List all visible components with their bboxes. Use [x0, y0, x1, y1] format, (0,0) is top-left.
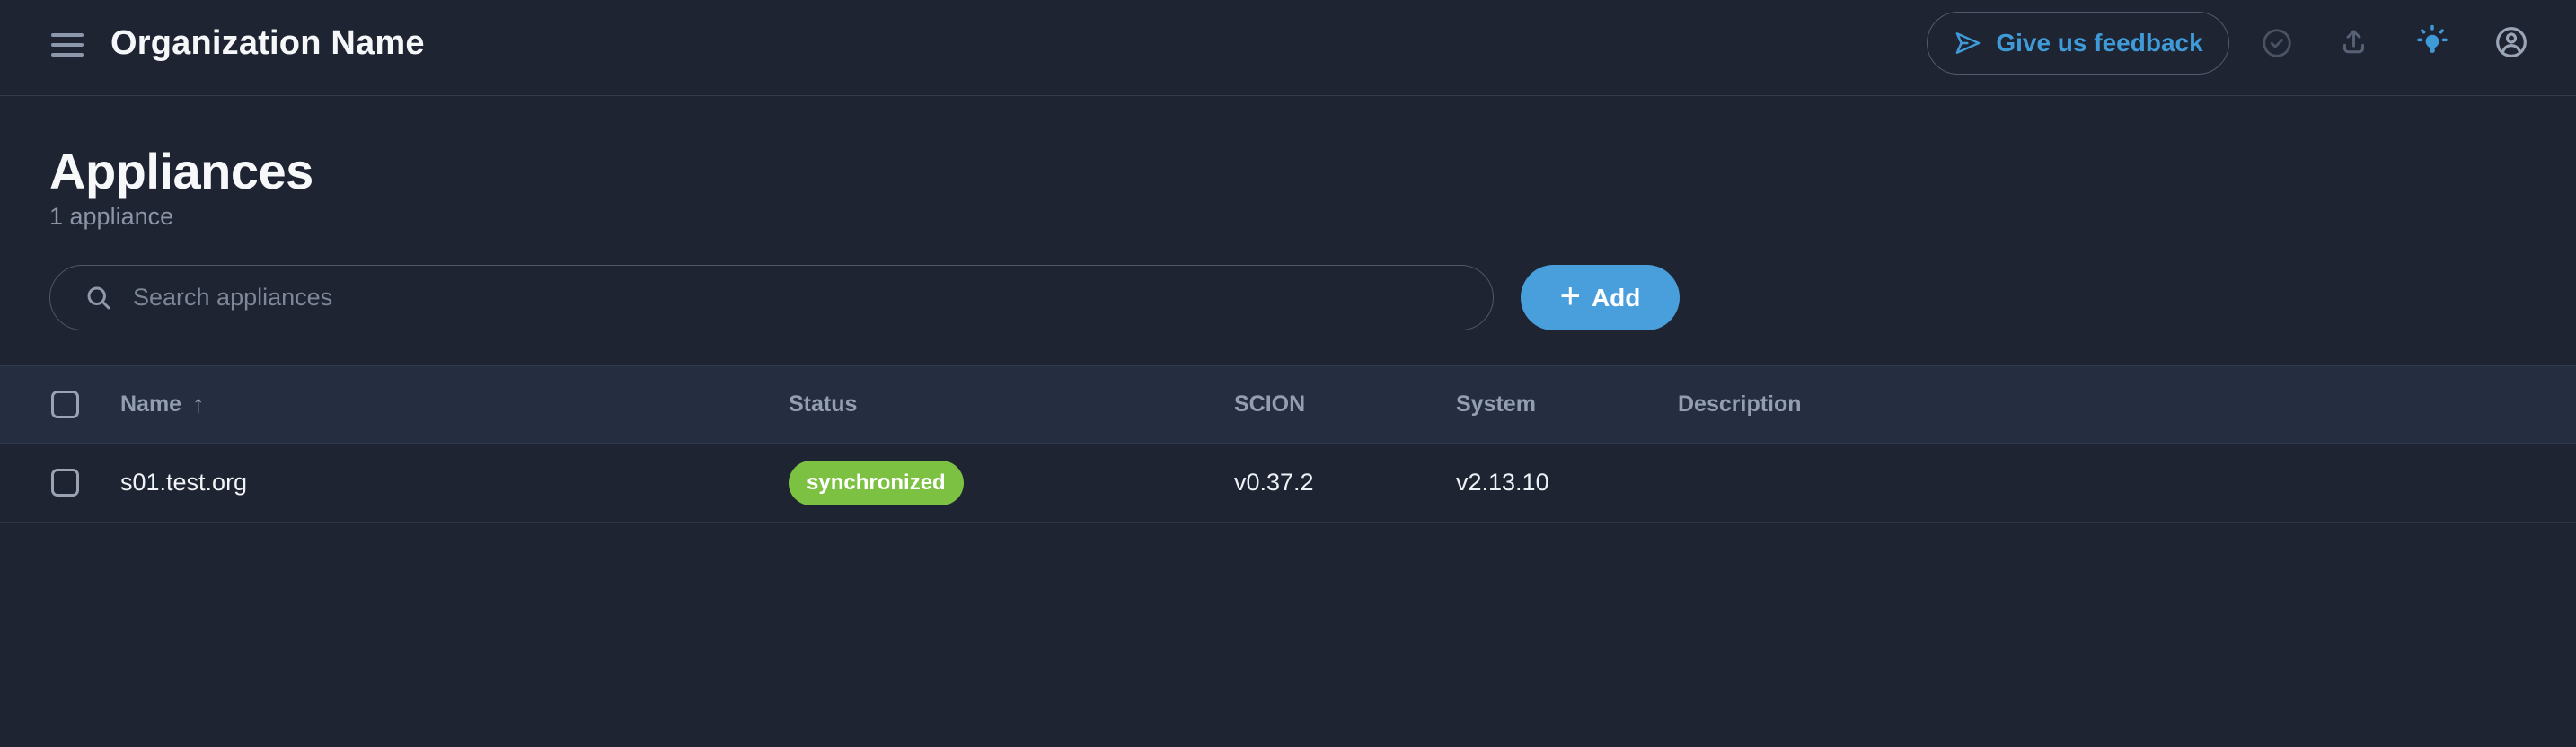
column-header-status[interactable]: Status — [789, 366, 857, 443]
send-icon — [1953, 28, 1983, 58]
appliance-name: s01.test.org — [120, 469, 247, 497]
check-circle-icon[interactable] — [2260, 26, 2294, 60]
sort-asc-icon: ↑ — [192, 391, 205, 418]
search-icon — [83, 282, 115, 314]
select-all-cell — [51, 366, 79, 443]
search-box[interactable] — [49, 265, 1494, 330]
column-header-scion[interactable]: SCION — [1234, 366, 1305, 443]
row-checkbox[interactable] — [51, 469, 79, 497]
table-row[interactable]: s01.test.org synchronized v0.37.2 v2.13.… — [0, 444, 2576, 523]
top-navbar: Organization Name Give us feedback — [0, 0, 2576, 96]
table-header-row: Name ↑ Status SCION System Description — [0, 365, 2576, 444]
scion-version: v0.37.2 — [1234, 469, 1314, 497]
column-header-name[interactable]: Name ↑ — [120, 366, 205, 443]
column-header-system[interactable]: System — [1456, 366, 1536, 443]
appliance-count: 1 appliance — [49, 203, 173, 231]
give-feedback-button[interactable]: Give us feedback — [1927, 12, 2229, 75]
add-button-label: Add — [1592, 284, 1640, 312]
give-feedback-label: Give us feedback — [1996, 29, 2202, 57]
row-name-cell: s01.test.org — [120, 444, 247, 522]
add-button[interactable]: + Add — [1521, 265, 1680, 330]
row-select-cell — [51, 444, 79, 522]
system-version: v2.13.10 — [1456, 469, 1549, 497]
menu-icon[interactable] — [51, 33, 84, 57]
status-badge: synchronized — [789, 461, 964, 505]
row-scion-cell: v0.37.2 — [1234, 444, 1314, 522]
organization-name: Organization Name — [110, 24, 425, 63]
select-all-checkbox[interactable] — [51, 391, 79, 418]
column-header-description[interactable]: Description — [1678, 366, 1802, 443]
appliances-page: Organization Name Give us feedback — [0, 0, 2576, 747]
search-input[interactable] — [133, 284, 1466, 312]
row-status-cell: synchronized — [789, 444, 964, 522]
lightbulb-icon[interactable] — [2413, 23, 2451, 61]
row-system-cell: v2.13.10 — [1456, 444, 1549, 522]
plus-icon: + — [1560, 278, 1581, 314]
upload-icon[interactable] — [2337, 25, 2370, 58]
account-icon[interactable] — [2493, 24, 2529, 60]
page-title: Appliances — [49, 142, 313, 200]
